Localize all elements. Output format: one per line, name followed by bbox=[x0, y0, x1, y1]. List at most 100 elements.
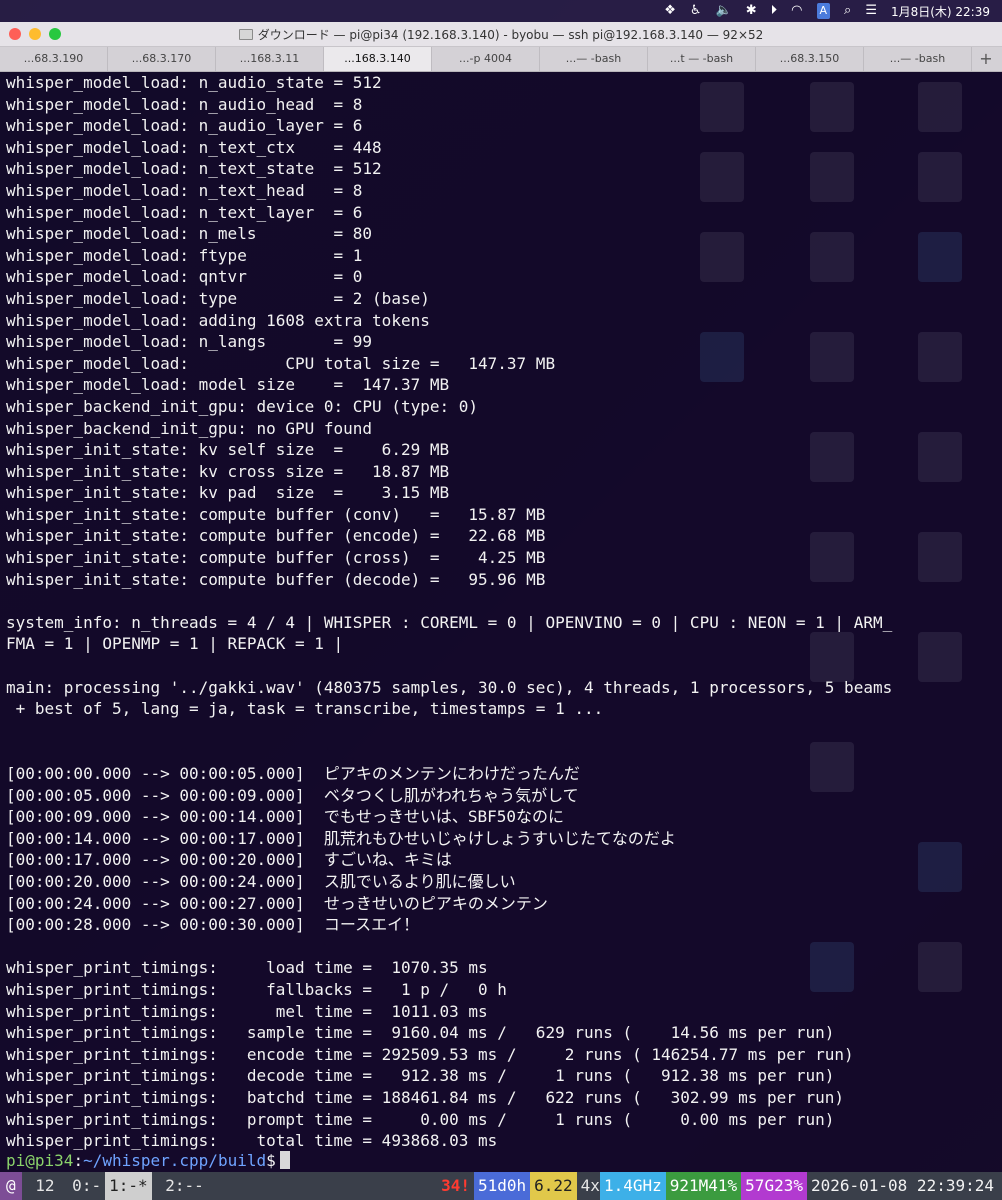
status-datetime: 2026-01-08 22:39:24 bbox=[810, 1176, 994, 1195]
tab[interactable]: ...t — -bash bbox=[648, 47, 756, 71]
prompt-user-host: pi@pi34 bbox=[6, 1151, 74, 1170]
tab[interactable]: ...68.3.170 bbox=[108, 47, 216, 71]
terminal-line: whisper_init_state: kv pad size = 3.15 M… bbox=[6, 483, 450, 503]
terminal-line: [00:00:14.000 --> 00:00:17.000] 肌荒れもひせいじ… bbox=[6, 828, 676, 848]
input-method-indicator[interactable]: A bbox=[816, 3, 831, 19]
terminal-line: whisper_backend_init_gpu: no GPU found bbox=[6, 418, 373, 438]
terminal-line: whisper_print_timings: mel time = 1011.0… bbox=[6, 1001, 488, 1021]
terminal-line: whisper_model_load: ftype = 1 bbox=[6, 245, 363, 265]
terminal-line: [00:00:00.000 --> 00:00:05.000] ピアキのメンテン… bbox=[6, 764, 580, 783]
window-0[interactable]: 0:- bbox=[59, 1172, 106, 1200]
terminal-line: whisper_model_load: model size = 147.37 … bbox=[6, 375, 450, 395]
search-icon[interactable]: ⌕ bbox=[844, 0, 851, 22]
terminal-line: whisper_backend_init_gpu: device 0: CPU … bbox=[6, 396, 479, 416]
folder-icon bbox=[238, 28, 253, 40]
terminal-line: [00:00:17.000 --> 00:00:20.000] すごいね、キミは bbox=[6, 850, 452, 870]
dropbox-icon[interactable]: ❖ bbox=[664, 0, 676, 22]
tab[interactable]: ...— -bash bbox=[540, 47, 648, 71]
window-2[interactable]: 2:-- bbox=[152, 1172, 208, 1200]
tab-active[interactable]: ...168.3.140 bbox=[324, 47, 432, 71]
zoom-button[interactable] bbox=[49, 28, 61, 40]
terminal-line: whisper_init_state: compute buffer (conv… bbox=[6, 504, 546, 524]
cpu-count: 4x bbox=[580, 1176, 600, 1195]
volume-icon[interactable]: 🔈 bbox=[716, 0, 732, 22]
terminal-line: whisper_init_state: compute buffer (cros… bbox=[6, 548, 546, 568]
terminal-line: main: processing '../gakki.wav' (480375 … bbox=[6, 677, 893, 697]
terminal-line: [00:00:05.000 --> 00:00:09.000] ベタつくし肌がわ… bbox=[6, 785, 579, 805]
terminal-line: whisper_print_timings: sample time = 916… bbox=[6, 1023, 835, 1043]
terminal-line: + best of 5, lang = ja, task = transcrib… bbox=[6, 699, 604, 719]
terminal-line: whisper_init_state: compute buffer (enco… bbox=[6, 526, 546, 546]
shell-prompt[interactable]: pi@pi34:~/whisper.cpp/build$ bbox=[6, 1150, 290, 1172]
terminal-window: ダウンロード — pi@pi34 (192.168.3.140) - byobu… bbox=[0, 22, 1002, 1200]
tab[interactable]: ...68.3.190 bbox=[0, 47, 108, 71]
wifi-icon[interactable]: ◠ bbox=[791, 0, 802, 22]
byobu-status-bar: @ 12 0:- 1:-* 2:-- 34! 51d0h 6.22 4x 1.4… bbox=[0, 1172, 1002, 1200]
disk-usage: 57G23% bbox=[741, 1172, 807, 1200]
terminal-line: whisper_print_timings: encode time = 292… bbox=[6, 1044, 854, 1064]
prompt-separator: : bbox=[73, 1151, 84, 1170]
close-button[interactable] bbox=[9, 28, 21, 40]
accessibility-icon[interactable]: ♿ bbox=[690, 0, 702, 22]
terminal-line: whisper_print_timings: batchd time = 188… bbox=[6, 1087, 845, 1107]
terminal-line: whisper_print_timings: decode time = 912… bbox=[6, 1066, 835, 1086]
terminal-line: whisper_model_load: CPU total size = 147… bbox=[6, 353, 556, 373]
tab[interactable]: ...— -bash bbox=[864, 47, 972, 71]
window-1-active[interactable]: 1:-* bbox=[105, 1172, 152, 1200]
terminal-line: whisper_model_load: n_text_layer = 6 bbox=[6, 202, 363, 222]
terminal-line: whisper_model_load: n_text_ctx = 448 bbox=[6, 137, 382, 157]
terminal-line: system_info: n_threads = 4 / 4 | WHISPER… bbox=[6, 612, 893, 632]
terminal-line: [00:00:09.000 --> 00:00:14.000] でもせっきせいは… bbox=[6, 807, 565, 827]
control-center-icon[interactable]: ☰ bbox=[865, 0, 877, 22]
load-average: 6.22 bbox=[530, 1172, 577, 1200]
terminal-line: whisper_model_load: n_audio_layer = 6 bbox=[6, 116, 363, 136]
terminal-line: whisper_model_load: n_audio_head = 8 bbox=[6, 94, 363, 114]
minimize-button[interactable] bbox=[29, 28, 41, 40]
terminal-line: [00:00:20.000 --> 00:00:24.000] ス肌でいるより肌… bbox=[6, 871, 516, 891]
terminal-line: whisper_print_timings: prompt time = 0.0… bbox=[6, 1109, 835, 1129]
text-cursor bbox=[279, 1151, 290, 1169]
terminal-line: whisper_model_load: n_text_state = 512 bbox=[6, 159, 382, 179]
terminal-line: whisper_init_state: compute buffer (deco… bbox=[6, 569, 546, 589]
terminal-output[interactable]: whisper_model_load: n_audio_state = 512 w… bbox=[6, 72, 996, 1152]
updates-available: 34! bbox=[441, 1176, 470, 1195]
prompt-path: ~/whisper.cpp/build bbox=[83, 1151, 267, 1170]
media-play-icon[interactable]: ⏵ bbox=[771, 0, 778, 22]
cpu-frequency: 1.4GHz bbox=[599, 1172, 666, 1200]
terminal-line: whisper_print_timings: fallbacks = 1 p /… bbox=[6, 979, 507, 999]
terminal-line: whisper_print_timings: total time = 4938… bbox=[6, 1131, 498, 1151]
terminal-line: whisper_model_load: adding 1608 extra to… bbox=[6, 310, 430, 330]
uptime: 51d0h bbox=[473, 1172, 531, 1200]
window-controls bbox=[9, 28, 61, 40]
bluetooth-icon[interactable]: ✱ bbox=[746, 0, 757, 22]
tab[interactable]: ...-p 4004 bbox=[432, 47, 540, 71]
byobu-logo[interactable]: @ bbox=[0, 1172, 22, 1200]
tab[interactable]: ...168.3.11 bbox=[216, 47, 324, 71]
session-count: 12 bbox=[25, 1176, 55, 1195]
terminal-line: whisper_model_load: type = 2 (base) bbox=[6, 288, 430, 308]
prompt-symbol: $ bbox=[266, 1151, 276, 1170]
window-title: ダウンロード — pi@pi34 (192.168.3.140) - byobu… bbox=[257, 27, 764, 42]
tab[interactable]: ...68.3.150 bbox=[756, 47, 864, 71]
memory-usage: 921M41% bbox=[665, 1172, 742, 1200]
terminal-line: whisper_init_state: kv self size = 6.29 … bbox=[6, 440, 450, 460]
tab-bar: ...68.3.190 ...68.3.170 ...168.3.11 ...1… bbox=[0, 47, 1002, 72]
terminal-line: whisper_init_state: kv cross size = 18.8… bbox=[6, 461, 450, 481]
terminal-line: whisper_model_load: n_mels = 80 bbox=[6, 224, 373, 244]
menu-bar: ❖ ♿ 🔈 ✱ ⏵ ◠ A ⌕ ☰ 1月8日(木) 22:39 bbox=[0, 0, 1002, 22]
terminal-line: whisper_model_load: n_langs = 99 bbox=[6, 332, 373, 352]
new-tab-button[interactable]: + bbox=[972, 47, 1000, 71]
terminal-line: [00:00:28.000 --> 00:00:30.000] コースエイ！ bbox=[6, 915, 420, 935]
terminal-line: whisper_print_timings: load time = 1070.… bbox=[6, 958, 488, 978]
terminal-line: whisper_model_load: n_text_head = 8 bbox=[6, 180, 363, 200]
title-bar[interactable]: ダウンロード — pi@pi34 (192.168.3.140) - byobu… bbox=[0, 22, 1002, 47]
menubar-clock[interactable]: 1月8日(木) 22:39 bbox=[891, 3, 990, 20]
terminal-line: whisper_model_load: n_audio_state = 512 bbox=[6, 73, 382, 92]
terminal-line: whisper_model_load: qntvr = 0 bbox=[6, 267, 363, 287]
terminal-line: FMA = 1 | OPENMP = 1 | REPACK = 1 | bbox=[6, 634, 344, 654]
